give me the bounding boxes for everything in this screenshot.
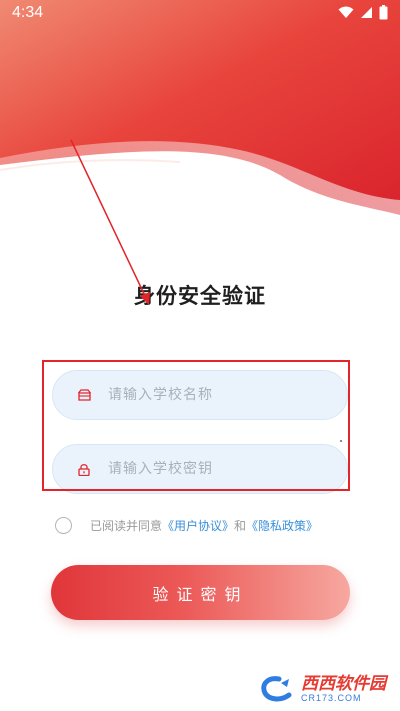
- privacy-policy-link[interactable]: 《隐私政策》: [246, 517, 318, 534]
- red-wave-banner: [0, 0, 400, 240]
- watermark-url: CR173.COM: [301, 693, 362, 703]
- signal-icon: [361, 7, 372, 18]
- agreement-conjunction: 和: [234, 519, 247, 533]
- status-bar: 4:34: [0, 0, 400, 28]
- page-title: 身份安全验证: [134, 284, 266, 308]
- agreement-checkbox[interactable]: [55, 517, 72, 534]
- annotation-highlight-box: [42, 360, 350, 491]
- status-icons: [338, 5, 388, 20]
- battery-icon: [379, 5, 388, 20]
- agreement-prefix: 已阅读并同意: [90, 519, 163, 533]
- wifi-icon: [338, 6, 354, 18]
- watermark-brand: 西西软件园: [301, 674, 386, 694]
- watermark-logo-icon: [259, 675, 301, 703]
- status-time: 4:34: [12, 4, 44, 21]
- header-banner: [0, 0, 400, 240]
- agreement-row: 已阅读并同意 《用户协议》 和 《隐私政策》: [55, 517, 318, 534]
- watermark: 西西软件园 CR173.COM: [259, 675, 386, 703]
- user-agreement-link[interactable]: 《用户协议》: [162, 517, 234, 534]
- verify-key-button[interactable]: 验证密钥: [51, 565, 350, 620]
